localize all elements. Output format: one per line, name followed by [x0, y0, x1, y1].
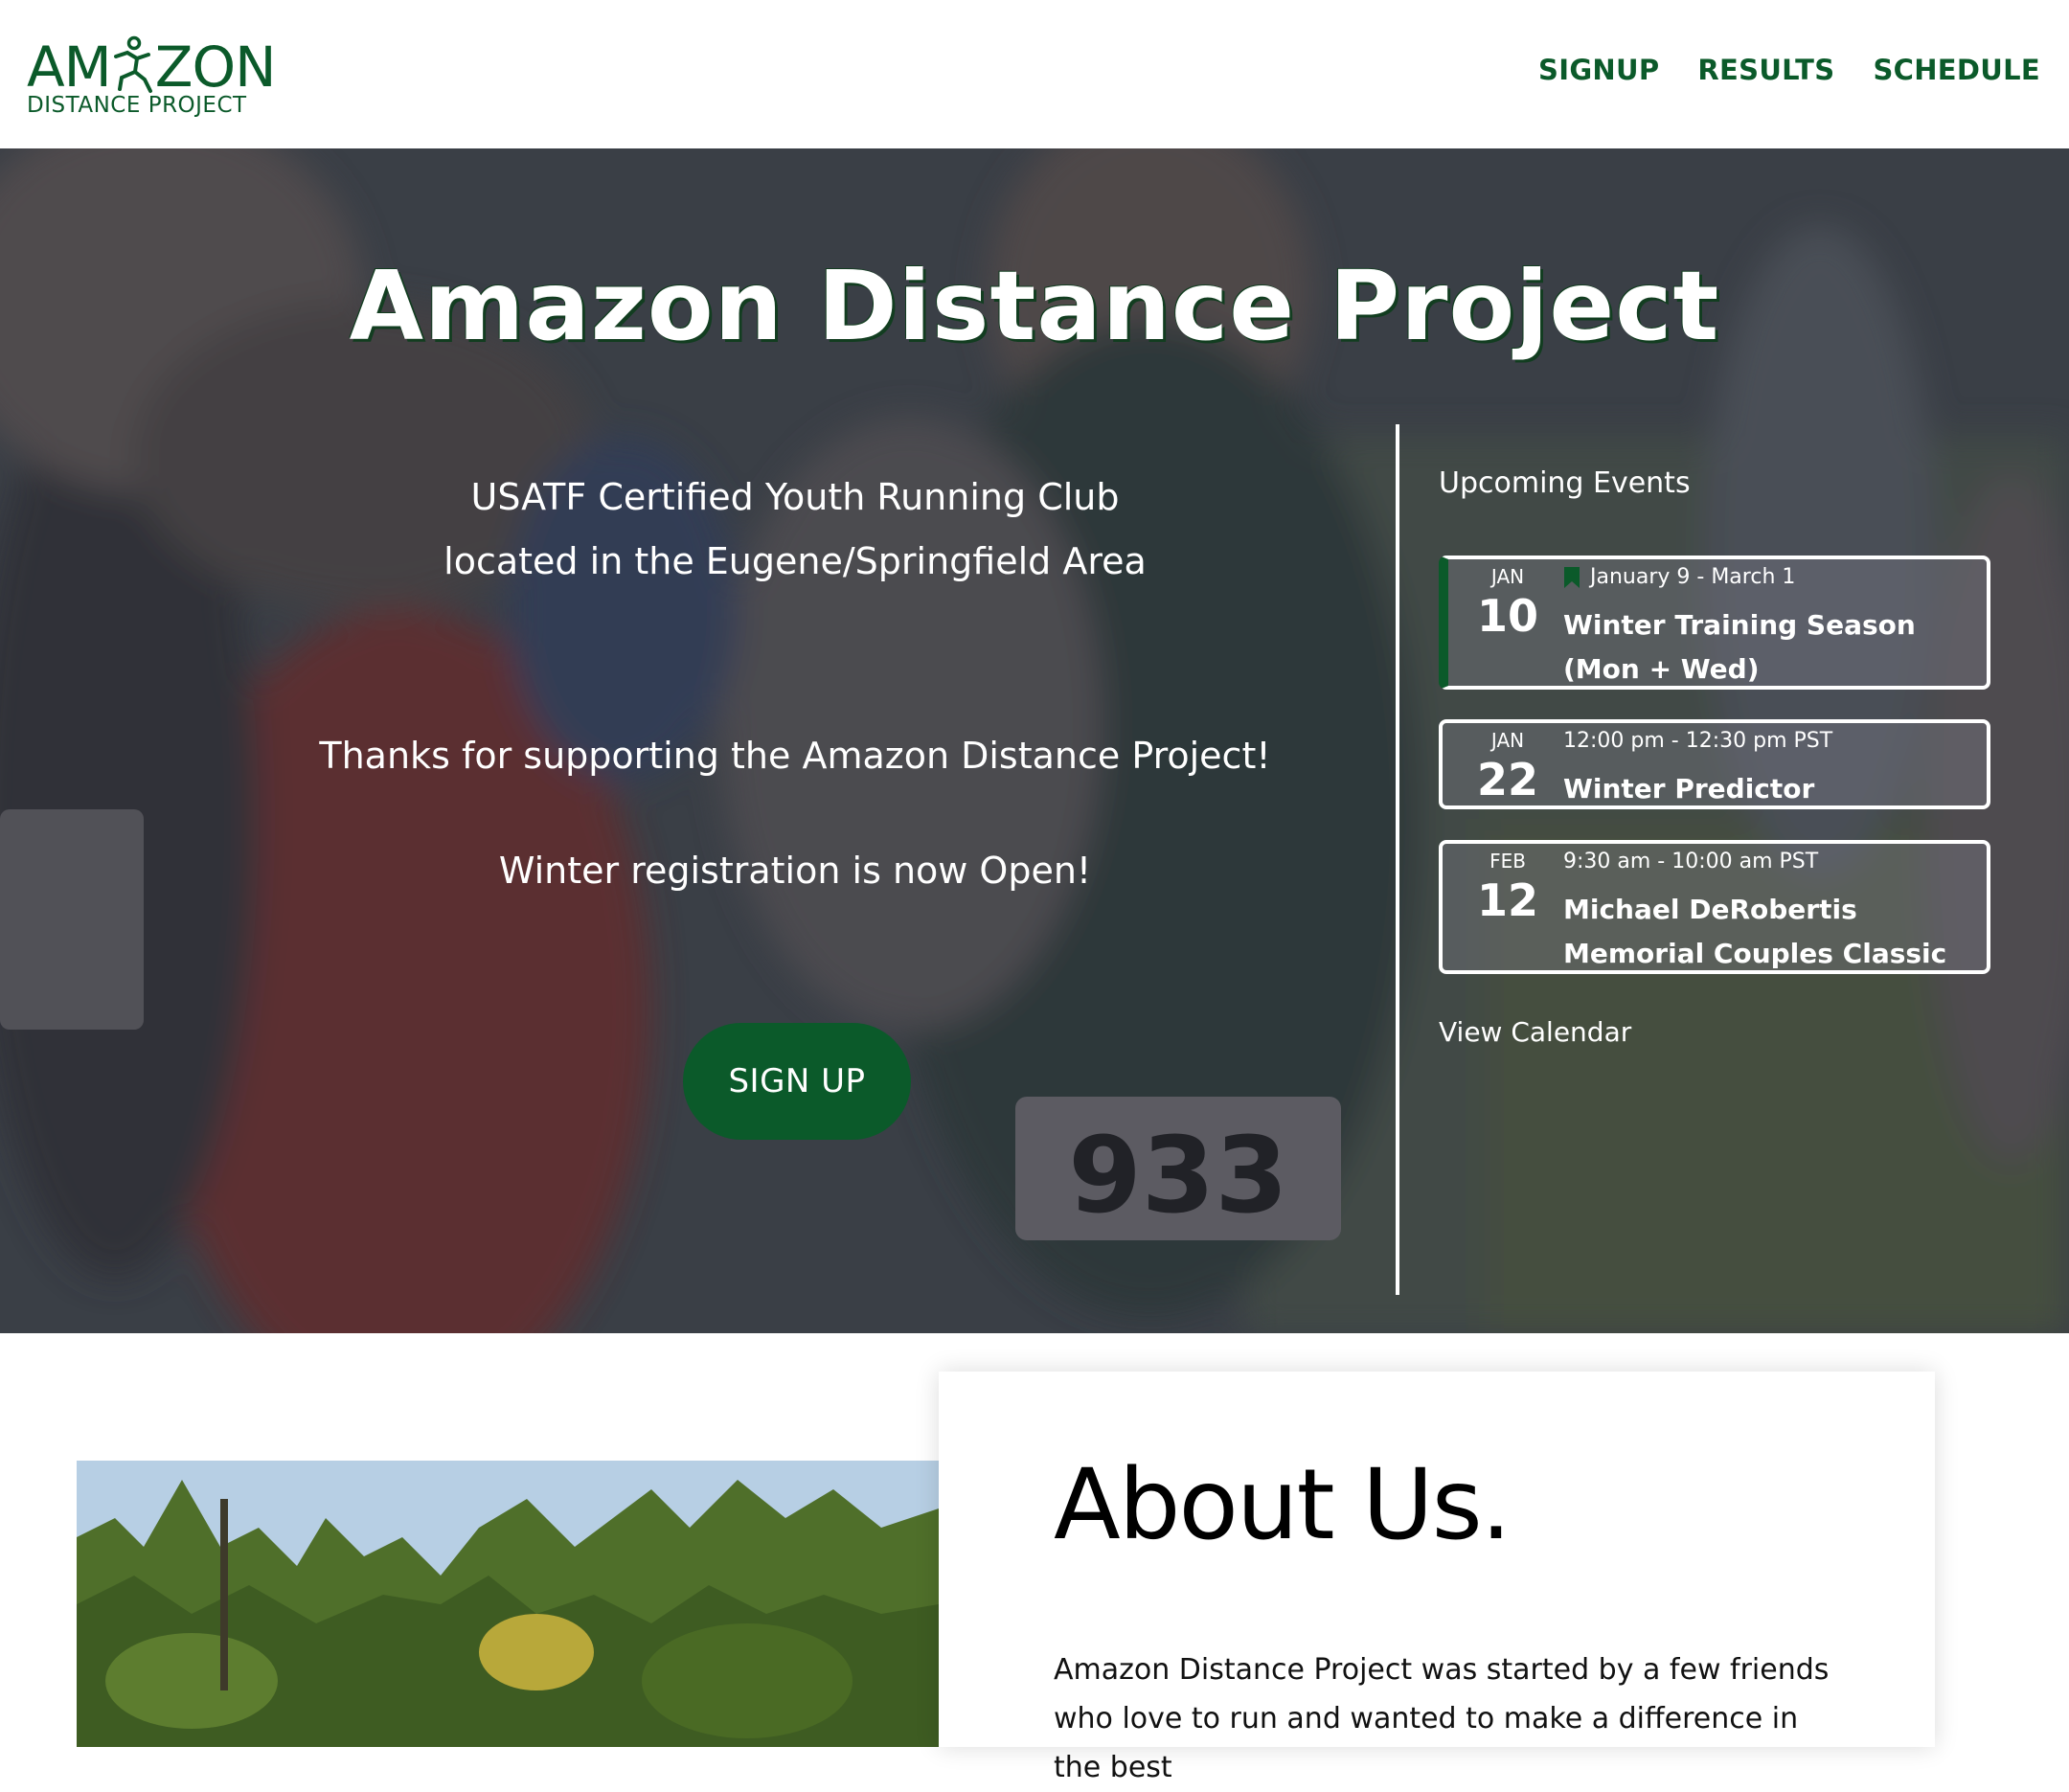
event-month: FEB	[1489, 850, 1526, 873]
runner-logo-icon	[113, 35, 152, 93]
event-name[interactable]: Winter Predictor	[1563, 767, 1985, 811]
main-nav: SIGNUP RESULTS SCHEDULE	[1538, 54, 2040, 86]
logo-wordmark: AM ZON	[27, 34, 276, 95]
event-date: JAN 22	[1443, 723, 1573, 804]
event-card[interactable]: FEB 12 9:30 am - 10:00 am PST Michael De…	[1439, 840, 1990, 974]
event-time-text: 9:30 am - 10:00 am PST	[1563, 850, 1819, 873]
event-date: JAN 10	[1443, 559, 1573, 640]
logo-text-end: ZON	[154, 34, 277, 100]
site-header: AM ZON DISTANCE PROJECT SIGNUP RESULTS S…	[0, 0, 2069, 148]
hero-title: Amazon Distance Project	[349, 250, 1720, 362]
nav-results[interactable]: RESULTS	[1697, 54, 1834, 86]
hero-subtitle-line-1: USATF Certified Youth Running Club	[470, 476, 1120, 518]
event-month: JAN	[1490, 729, 1525, 752]
event-date: FEB 12	[1443, 844, 1573, 924]
site-logo[interactable]: AM ZON DISTANCE PROJECT	[27, 34, 276, 120]
view-calendar-link[interactable]: View Calendar	[1439, 1016, 1631, 1048]
event-time: 9:30 am - 10:00 am PST	[1563, 850, 1818, 873]
event-card[interactable]: JAN 22 12:00 pm - 12:30 pm PST Winter Pr…	[1439, 719, 1990, 809]
hero-registration-text: Winter registration is now Open!	[498, 850, 1092, 892]
upcoming-events-title: Upcoming Events	[1439, 466, 1691, 500]
event-name[interactable]: Winter Training Season (Mon + Wed)	[1563, 603, 1985, 692]
about-title: About Us.	[1054, 1448, 1512, 1562]
hero-subtitle-line-2: located in the Eugene/Springfield Area	[443, 540, 1147, 582]
hero-section: 933 Amazon Distance Project USATF Certif…	[0, 148, 2069, 1333]
signup-button[interactable]: SIGN UP	[683, 1023, 911, 1140]
hero-divider	[1396, 424, 1399, 1295]
nav-schedule[interactable]: SCHEDULE	[1873, 54, 2040, 86]
about-trees-photo	[77, 1461, 939, 1747]
event-month: JAN	[1490, 565, 1525, 588]
event-name[interactable]: Michael DeRobertis Memorial Couples Clas…	[1563, 888, 1985, 976]
event-time: January 9 - March 1	[1563, 565, 1795, 589]
event-time: 12:00 pm - 12:30 pm PST	[1563, 729, 1832, 753]
event-day: 12	[1476, 874, 1538, 926]
event-time-text: 12:00 pm - 12:30 pm PST	[1563, 729, 1833, 753]
event-card[interactable]: JAN 10 January 9 - March 1 Winter Traini…	[1439, 556, 1990, 690]
hero-thanks-text: Thanks for supporting the Amazon Distanc…	[319, 735, 1271, 777]
event-day: 10	[1476, 590, 1538, 642]
logo-subtitle: DISTANCE PROJECT	[27, 93, 247, 118]
bookmark-flag-icon	[1564, 566, 1580, 588]
about-text: Amazon Distance Project was started by a…	[1054, 1653, 1830, 1784]
event-time-text: January 9 - March 1	[1590, 565, 1796, 589]
logo-text-start: AM	[27, 34, 112, 100]
about-card: About Us. Amazon Distance Project was st…	[939, 1372, 1935, 1784]
event-day: 22	[1476, 754, 1538, 805]
nav-signup[interactable]: SIGNUP	[1538, 54, 1659, 86]
